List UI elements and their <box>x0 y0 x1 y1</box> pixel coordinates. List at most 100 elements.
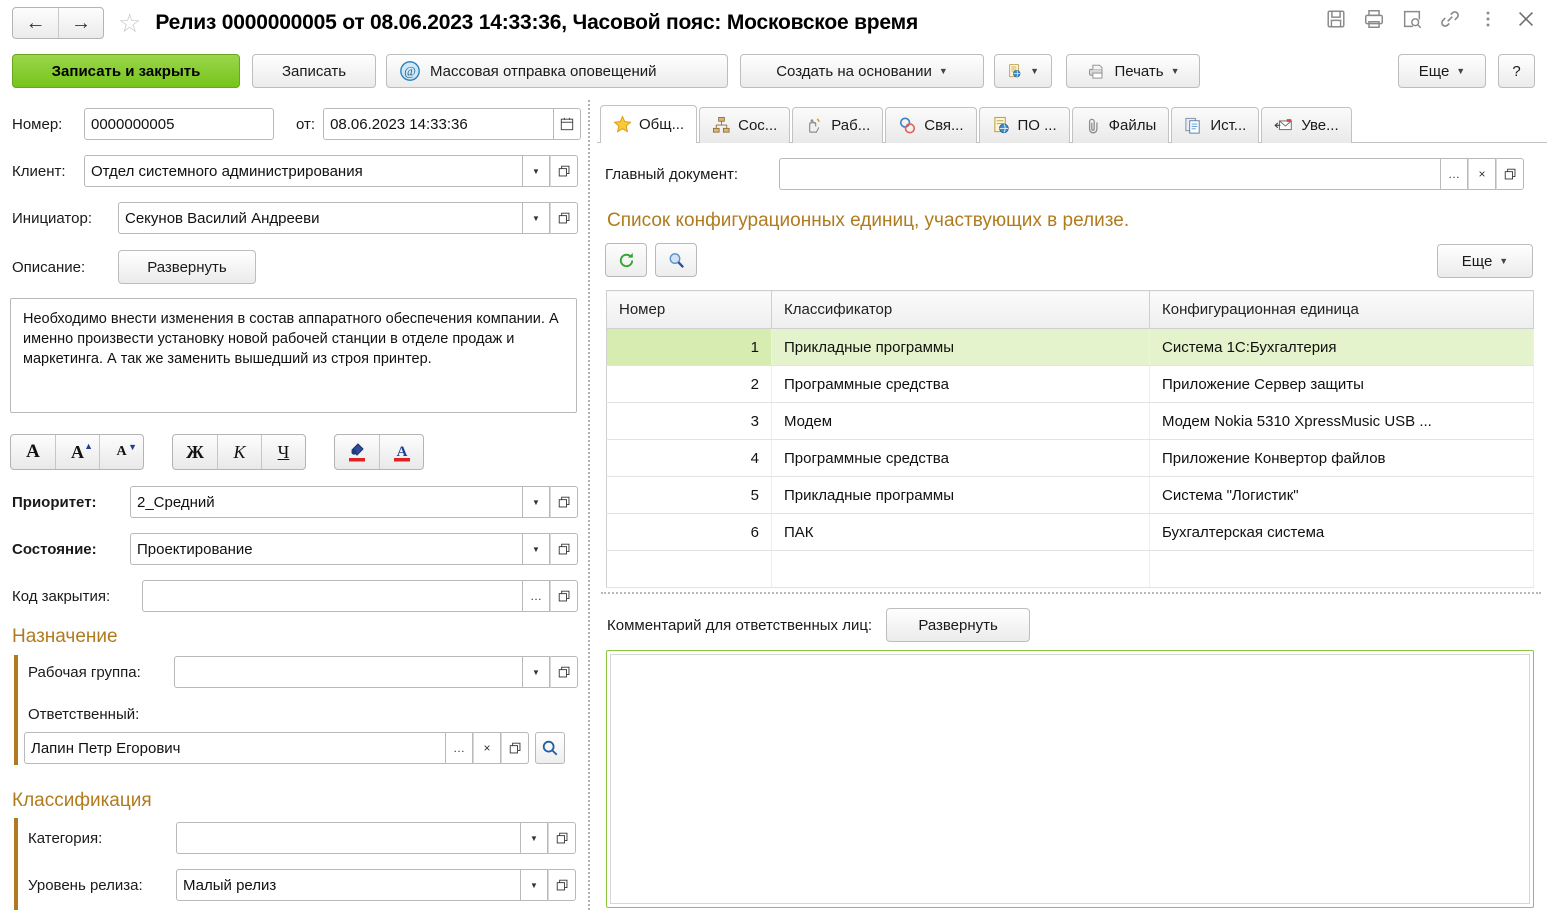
link-icon[interactable] <box>1439 8 1461 30</box>
comment-expand-button[interactable]: Развернуть <box>886 608 1031 642</box>
font-decrease-label: A <box>116 444 127 459</box>
report-button[interactable]: ▼ <box>994 54 1052 88</box>
more-commands-button[interactable]: Еще ▼ <box>1398 54 1486 88</box>
column-header-classifier[interactable]: Классификатор <box>771 290 1150 329</box>
table-row[interactable]: 1 Прикладные программы Система 1С:Бухгал… <box>606 328 1534 366</box>
workgroup-field-row: Рабочая группа: ▼ <box>28 656 578 688</box>
tab-work[interactable]: Раб... <box>792 107 884 143</box>
chevron-down-icon[interactable]: ▼ <box>522 155 550 187</box>
open-reference-icon[interactable] <box>1496 158 1524 190</box>
open-reference-icon[interactable] <box>550 656 578 688</box>
font-increase-button[interactable]: A ▲ <box>55 435 99 469</box>
arrow-left-icon[interactable]: ← <box>13 8 58 38</box>
state-input[interactable]: Проектирование <box>130 533 522 565</box>
tab-general[interactable]: Общ... <box>600 105 698 143</box>
save-icon[interactable] <box>1325 8 1347 30</box>
bold-button[interactable]: Ж <box>173 435 217 469</box>
open-reference-icon[interactable] <box>550 155 578 187</box>
horizontal-splitter[interactable] <box>601 592 1541 594</box>
star-outline-icon[interactable]: ☆ <box>118 10 141 36</box>
tab-software[interactable]: ПО ... <box>978 107 1070 143</box>
workgroup-input[interactable] <box>174 656 522 688</box>
save-button[interactable]: Записать <box>252 54 376 88</box>
tab-history[interactable]: Ист... <box>1171 107 1260 143</box>
underline-button[interactable]: Ч <box>261 435 305 469</box>
select-value-icon[interactable]: … <box>445 732 473 764</box>
description-textarea[interactable]: Необходимо внести изменения в состав апп… <box>10 298 577 413</box>
open-reference-icon[interactable] <box>550 486 578 518</box>
clear-value-icon[interactable]: × <box>473 732 501 764</box>
workgroup-label: Рабочая группа: <box>28 663 141 681</box>
font-decrease-button[interactable]: A ▼ <box>99 435 143 469</box>
responsible-search-button[interactable] <box>535 732 565 764</box>
table-row[interactable]: 2 Программные средства Приложение Сервер… <box>606 365 1534 403</box>
description-expand-button[interactable]: Развернуть <box>118 250 256 284</box>
column-header-number[interactable]: Номер <box>606 290 772 329</box>
find-button[interactable] <box>655 243 697 277</box>
italic-button[interactable]: К <box>217 435 261 469</box>
table-row[interactable]: 6 ПАК Бухгалтерская система <box>606 513 1534 551</box>
text-color-icon[interactable]: A <box>379 435 423 469</box>
cell-classifier: Модем <box>771 402 1150 440</box>
list-more-button[interactable]: Еще ▼ <box>1437 244 1533 278</box>
chevron-down-icon[interactable]: ▼ <box>522 486 550 518</box>
table-row[interactable]: 3 Модем Модем Nokia 5310 XpressMusic USB… <box>606 402 1534 440</box>
refresh-button[interactable] <box>605 243 647 277</box>
chevron-down-icon[interactable]: ▼ <box>522 656 550 688</box>
table-row-empty[interactable] <box>606 550 1534 588</box>
main-document-row: Главный документ: … × <box>605 158 1524 190</box>
calendar-icon[interactable] <box>553 108 582 140</box>
main-document-input[interactable] <box>779 158 1440 190</box>
save-and-close-button[interactable]: Записать и закрыть <box>12 54 240 88</box>
print-button[interactable]: Печать ▼ <box>1066 54 1200 88</box>
chevron-down-icon[interactable]: ▼ <box>520 869 548 901</box>
tab-links[interactable]: Свя... <box>885 107 977 143</box>
release-level-input[interactable]: Малый релиз <box>176 869 520 901</box>
chevron-down-icon[interactable]: ▼ <box>522 533 550 565</box>
printer-icon <box>1089 64 1103 79</box>
comment-textarea[interactable] <box>610 654 1530 904</box>
list-more-label: Еще <box>1461 252 1493 270</box>
client-input[interactable]: Отдел системного администрирования <box>84 155 522 187</box>
tab-files[interactable]: Файлы <box>1071 107 1170 143</box>
category-input[interactable] <box>176 822 520 854</box>
chevron-down-icon[interactable]: ▼ <box>520 822 548 854</box>
open-reference-icon[interactable] <box>501 732 529 764</box>
help-button[interactable]: ? <box>1498 54 1535 88</box>
preview-icon[interactable] <box>1401 8 1423 30</box>
command-bar: Записать и закрыть Записать @ Массовая о… <box>0 50 1547 92</box>
chevron-down-icon[interactable]: ▼ <box>522 202 550 234</box>
priority-label: Приоритет: <box>12 493 97 511</box>
open-reference-icon[interactable] <box>550 533 578 565</box>
initiator-input[interactable]: Секунов Василий Андрееви <box>118 202 522 234</box>
responsible-input[interactable]: Лапин Петр Егорович <box>24 732 445 764</box>
font-normal-button[interactable]: A <box>11 435 55 469</box>
table-row[interactable]: 4 Программные средства Приложение Конвер… <box>606 439 1534 477</box>
select-value-icon[interactable]: … <box>522 580 550 612</box>
table-row[interactable]: 5 Прикладные программы Система "Логистик… <box>606 476 1534 514</box>
vertical-splitter[interactable] <box>588 100 590 910</box>
tab-composition[interactable]: Сос... <box>699 107 791 143</box>
column-header-unit[interactable]: Конфигурационная единица <box>1149 290 1534 329</box>
highlight-color-icon[interactable] <box>335 435 379 469</box>
list-section-title: Список конфигурационных единиц, участвую… <box>607 210 1130 231</box>
print-icon[interactable] <box>1363 8 1385 30</box>
close-code-input[interactable] <box>142 580 522 612</box>
priority-input[interactable]: 2_Средний <box>130 486 522 518</box>
open-reference-icon[interactable] <box>548 822 576 854</box>
tab-notifications[interactable]: Уве... <box>1261 107 1352 143</box>
arrow-right-icon[interactable]: → <box>58 8 103 38</box>
tab-notifications-label: Уве... <box>1301 117 1339 134</box>
date-input[interactable]: 08.06.2023 14:33:36 <box>323 108 554 140</box>
more-icon[interactable] <box>1477 8 1499 30</box>
open-reference-icon[interactable] <box>550 580 578 612</box>
open-reference-icon[interactable] <box>548 869 576 901</box>
close-icon[interactable] <box>1515 8 1537 30</box>
clear-value-icon[interactable]: × <box>1468 158 1496 190</box>
create-based-on-button[interactable]: Создать на основании ▼ <box>740 54 984 88</box>
mass-notification-button[interactable]: @ Массовая отправка оповещений <box>386 54 728 88</box>
number-input[interactable]: 0000000005 <box>84 108 274 140</box>
select-value-icon[interactable]: … <box>1440 158 1468 190</box>
priority-field: 2_Средний ▼ <box>130 486 578 518</box>
open-reference-icon[interactable] <box>550 202 578 234</box>
